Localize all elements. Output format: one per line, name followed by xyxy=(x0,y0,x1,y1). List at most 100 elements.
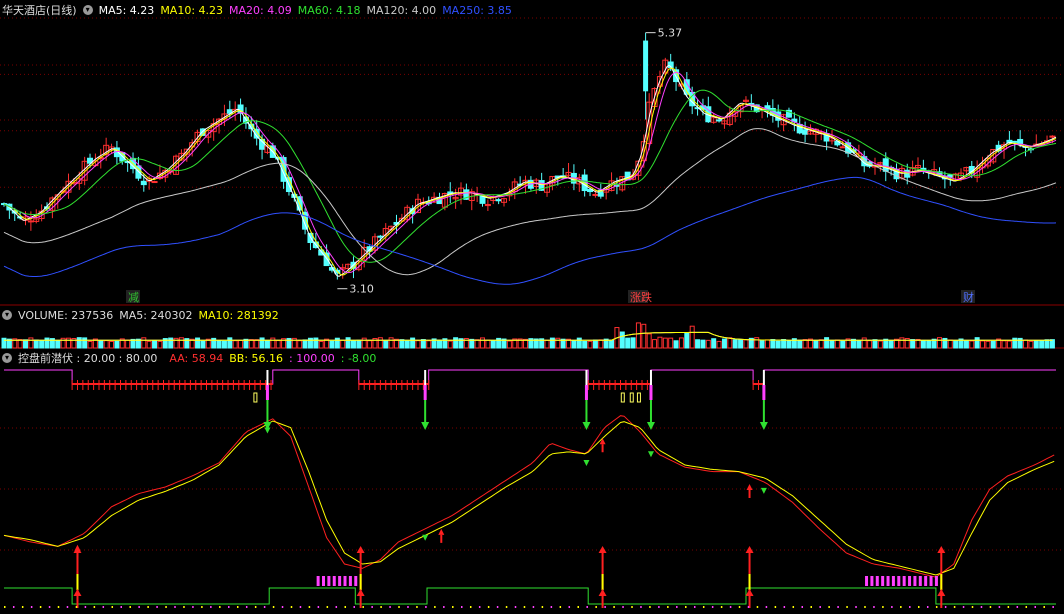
stock-title[interactable]: 华天酒店(日线) xyxy=(2,2,77,18)
magenta-bar xyxy=(886,576,890,586)
magenta-bar xyxy=(322,576,326,586)
volume-bar xyxy=(609,339,615,349)
volume-bar xyxy=(238,339,244,349)
up-arrow-icon xyxy=(73,589,82,596)
bottom-dot xyxy=(434,606,436,608)
bottom-dot xyxy=(290,606,293,608)
magenta-bar xyxy=(343,576,347,586)
volume-bar xyxy=(824,337,830,349)
bottom-dot xyxy=(93,606,96,608)
volume-bar xyxy=(630,337,636,349)
bottom-dot xyxy=(944,606,947,608)
ma-line-ma10 xyxy=(3,67,1057,276)
candle-body xyxy=(495,199,502,202)
bottom-dot xyxy=(308,606,311,608)
volume-bar xyxy=(152,340,158,349)
high-price-label: 5.37 xyxy=(658,27,683,40)
bottom-dot xyxy=(900,606,902,608)
oscillator-indicator-3: : -8.00 xyxy=(340,351,377,365)
bottom-dot xyxy=(801,606,804,608)
volume-bar xyxy=(646,333,652,349)
volume-bar xyxy=(802,339,808,349)
volume-bar xyxy=(635,322,641,349)
volume-bar xyxy=(410,337,416,349)
bottom-dot xyxy=(711,606,714,608)
magenta-bar xyxy=(875,576,879,586)
volume-bar xyxy=(576,337,582,349)
volume-bar xyxy=(350,340,356,349)
volume-bar xyxy=(195,337,201,349)
bottom-dot xyxy=(864,606,866,608)
low-price-label: 3.10 xyxy=(349,283,374,296)
volume-bar xyxy=(168,337,174,349)
bottom-dot xyxy=(622,606,624,608)
volume-panel-header: ▾ VOLUME: 237536 MA5: 240302 MA10: 281392 xyxy=(2,308,291,322)
volume-bar xyxy=(297,340,303,349)
bottom-dot xyxy=(39,606,42,608)
bottom-dot xyxy=(819,606,821,608)
volume-bar xyxy=(727,337,733,349)
magenta-bar xyxy=(354,576,358,586)
bottom-dot xyxy=(962,606,965,608)
volume-bar xyxy=(947,339,953,349)
volume-bar xyxy=(759,339,765,349)
bottom-dot xyxy=(613,606,615,608)
bottom-dot xyxy=(523,606,526,608)
oscillator-title[interactable]: 控盘前潜伏 : 20.00 : 80.00 xyxy=(18,350,157,366)
bottom-dot xyxy=(720,606,723,608)
bottom-dot xyxy=(586,606,588,608)
volume-bar xyxy=(721,338,727,349)
bottom-dot xyxy=(738,606,741,608)
chevron-down-icon[interactable]: ▾ xyxy=(82,5,93,15)
bottom-dot xyxy=(693,606,696,608)
volume-bar xyxy=(662,337,668,349)
bottom-dot xyxy=(111,606,114,608)
bottom-dot xyxy=(685,606,687,608)
volume-bar xyxy=(377,337,383,349)
volume-bar xyxy=(1049,339,1055,349)
volume-bar xyxy=(985,340,991,349)
down-arrow-icon xyxy=(583,460,590,466)
volume-bar xyxy=(216,340,222,349)
price-indicator-4: MA120: 4.00 xyxy=(366,3,437,17)
bottom-dot xyxy=(792,606,795,608)
volume-bar xyxy=(82,337,88,349)
bottom-dot xyxy=(174,606,176,608)
bottom-dot xyxy=(21,606,24,608)
stock-chart-window: 5.37 3.10 减 涨跌 财 华天酒店(日线) ▾ MA5: 4.23 MA10: 4… xyxy=(0,0,1064,614)
candle-body xyxy=(1017,138,1024,145)
volume-bar xyxy=(1039,340,1045,349)
oscillator-indicator-2: : 100.00 xyxy=(289,351,335,365)
bottom-dot xyxy=(201,606,203,608)
bottom-dot xyxy=(102,606,105,608)
bottom-dot xyxy=(4,606,6,608)
yellow-box xyxy=(620,392,625,403)
magenta-bar xyxy=(881,576,885,586)
bottom-dot xyxy=(873,606,875,608)
price-indicator-2: MA20: 4.09 xyxy=(229,3,292,17)
bottom-dot xyxy=(443,606,445,608)
volume-bar xyxy=(678,337,684,349)
candle-body xyxy=(1011,140,1018,143)
bottom-dot xyxy=(461,606,463,608)
volume-bar xyxy=(275,340,281,349)
bottom-dot xyxy=(837,606,839,608)
volume-bar xyxy=(652,339,658,349)
volume-bar xyxy=(227,337,233,349)
volume-bar xyxy=(549,337,555,349)
chevron-down-icon[interactable]: ▾ xyxy=(2,310,12,320)
bottom-dot xyxy=(729,606,732,608)
volume-bar xyxy=(926,340,932,349)
volume-bar xyxy=(399,339,405,349)
bottom-dot xyxy=(228,606,230,608)
up-arrow-icon xyxy=(746,484,753,490)
bottom-dot xyxy=(281,606,284,608)
volume-bar xyxy=(474,339,480,349)
volume-bar xyxy=(571,340,577,349)
bottom-dot xyxy=(604,606,606,608)
chevron-down-icon[interactable]: ▾ xyxy=(2,353,12,363)
bottom-dot xyxy=(891,606,893,608)
volume-bar xyxy=(103,340,109,349)
volume-bar xyxy=(732,339,738,349)
candle-body xyxy=(1049,135,1056,138)
